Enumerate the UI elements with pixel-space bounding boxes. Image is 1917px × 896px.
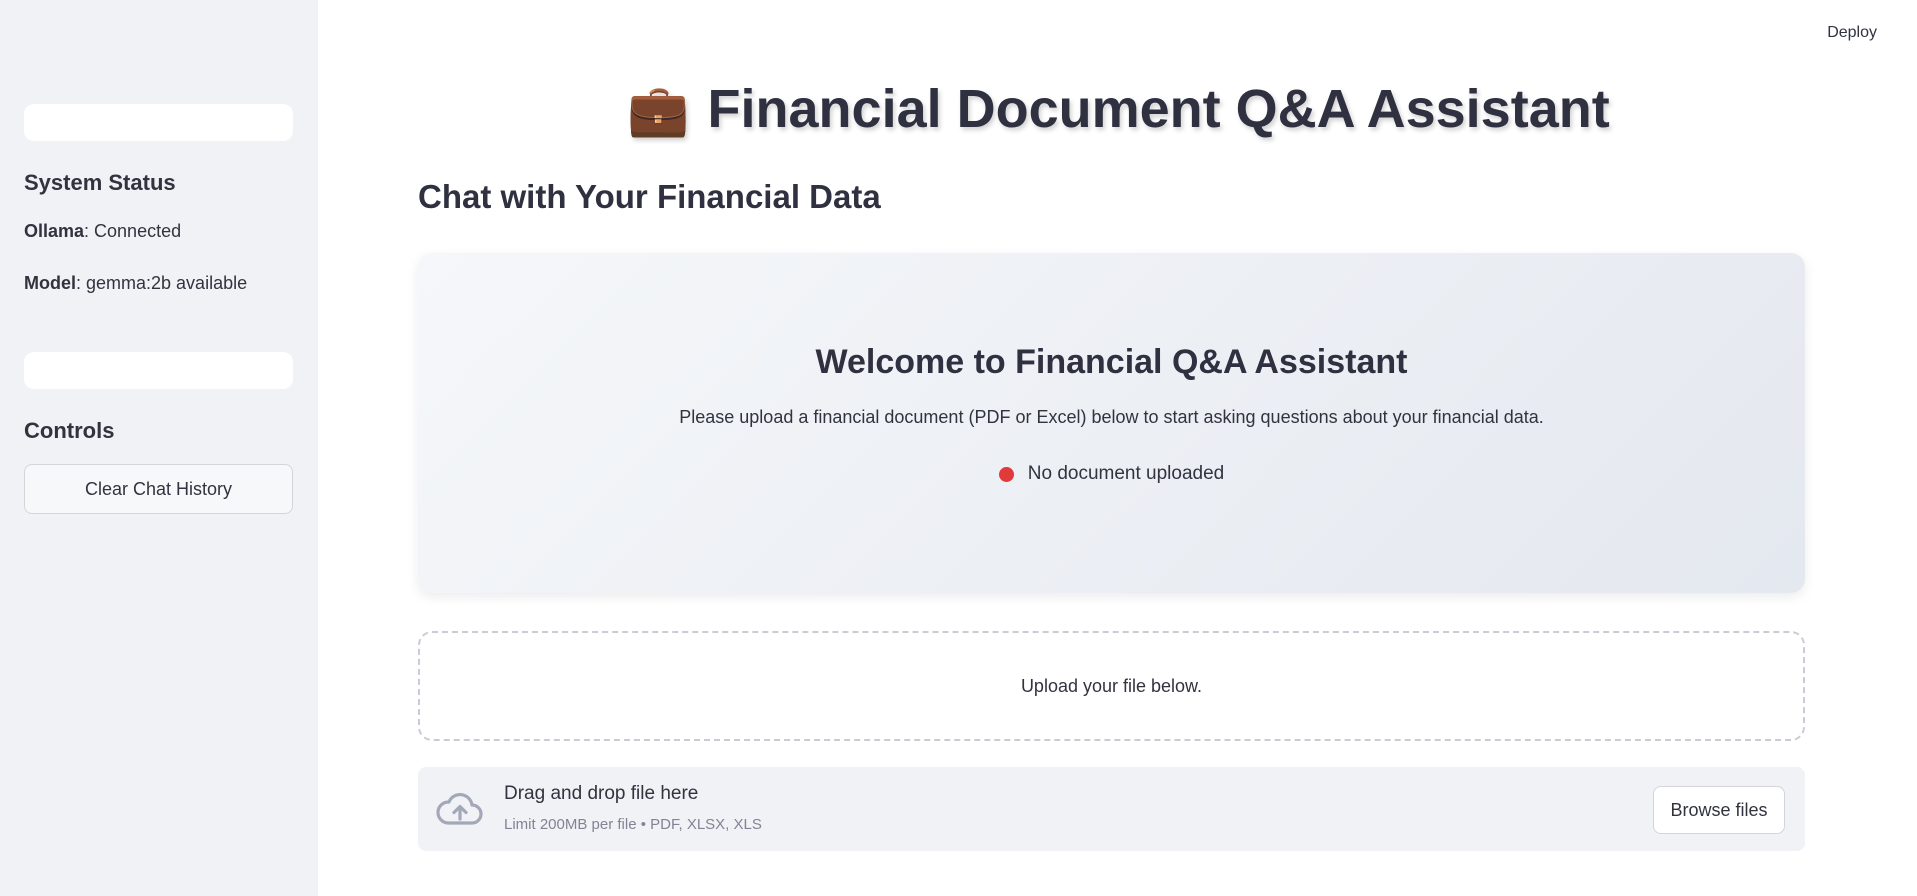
page-title: 💼 Financial Document Q&A Assistant bbox=[320, 78, 1917, 140]
sidebar: System Status Ollama: Connected Model: g… bbox=[0, 0, 318, 896]
page-title-text: Financial Document Q&A Assistant bbox=[707, 79, 1610, 139]
document-status: No document uploaded bbox=[418, 463, 1805, 485]
upload-note: Upload your file below. bbox=[418, 631, 1805, 741]
section-title: Chat with Your Financial Data bbox=[418, 178, 881, 215]
briefcase-icon: 💼 bbox=[627, 82, 690, 138]
dropzone-title: Drag and drop file here bbox=[504, 783, 699, 804]
cloud-upload-icon bbox=[436, 789, 484, 829]
system-status-heading: System Status bbox=[24, 170, 176, 195]
model-label: Model bbox=[24, 273, 76, 293]
sidebar-card-middle bbox=[24, 352, 293, 389]
red-status-dot-icon bbox=[998, 466, 1014, 482]
model-status: Model: gemma:2b available bbox=[24, 273, 247, 294]
model-value: : gemma:2b available bbox=[76, 273, 248, 293]
ollama-value: : Connected bbox=[84, 221, 182, 241]
ollama-label: Ollama bbox=[24, 221, 85, 241]
file-dropzone[interactable]: Drag and drop file here Limit 200MB per … bbox=[418, 767, 1805, 851]
browse-files-button[interactable]: Browse files bbox=[1653, 786, 1785, 834]
deploy-button[interactable]: Deploy bbox=[1827, 24, 1877, 42]
dropzone-limit: Limit 200MB per file • PDF, XLSX, XLS bbox=[504, 816, 762, 833]
controls-heading: Controls bbox=[24, 418, 115, 443]
welcome-description: Please upload a financial document (PDF … bbox=[679, 407, 1544, 427]
document-status-text: No document uploaded bbox=[1027, 463, 1225, 484]
ollama-status: Ollama: Connected bbox=[24, 221, 181, 242]
sidebar-card-top bbox=[24, 104, 293, 141]
clear-chat-history-button[interactable]: Clear Chat History bbox=[24, 464, 293, 514]
welcome-card: Welcome to Financial Q&A Assistant Pleas… bbox=[418, 253, 1805, 593]
upload-note-text: Upload your file below. bbox=[1020, 675, 1203, 696]
welcome-heading: Welcome to Financial Q&A Assistant bbox=[815, 343, 1408, 381]
